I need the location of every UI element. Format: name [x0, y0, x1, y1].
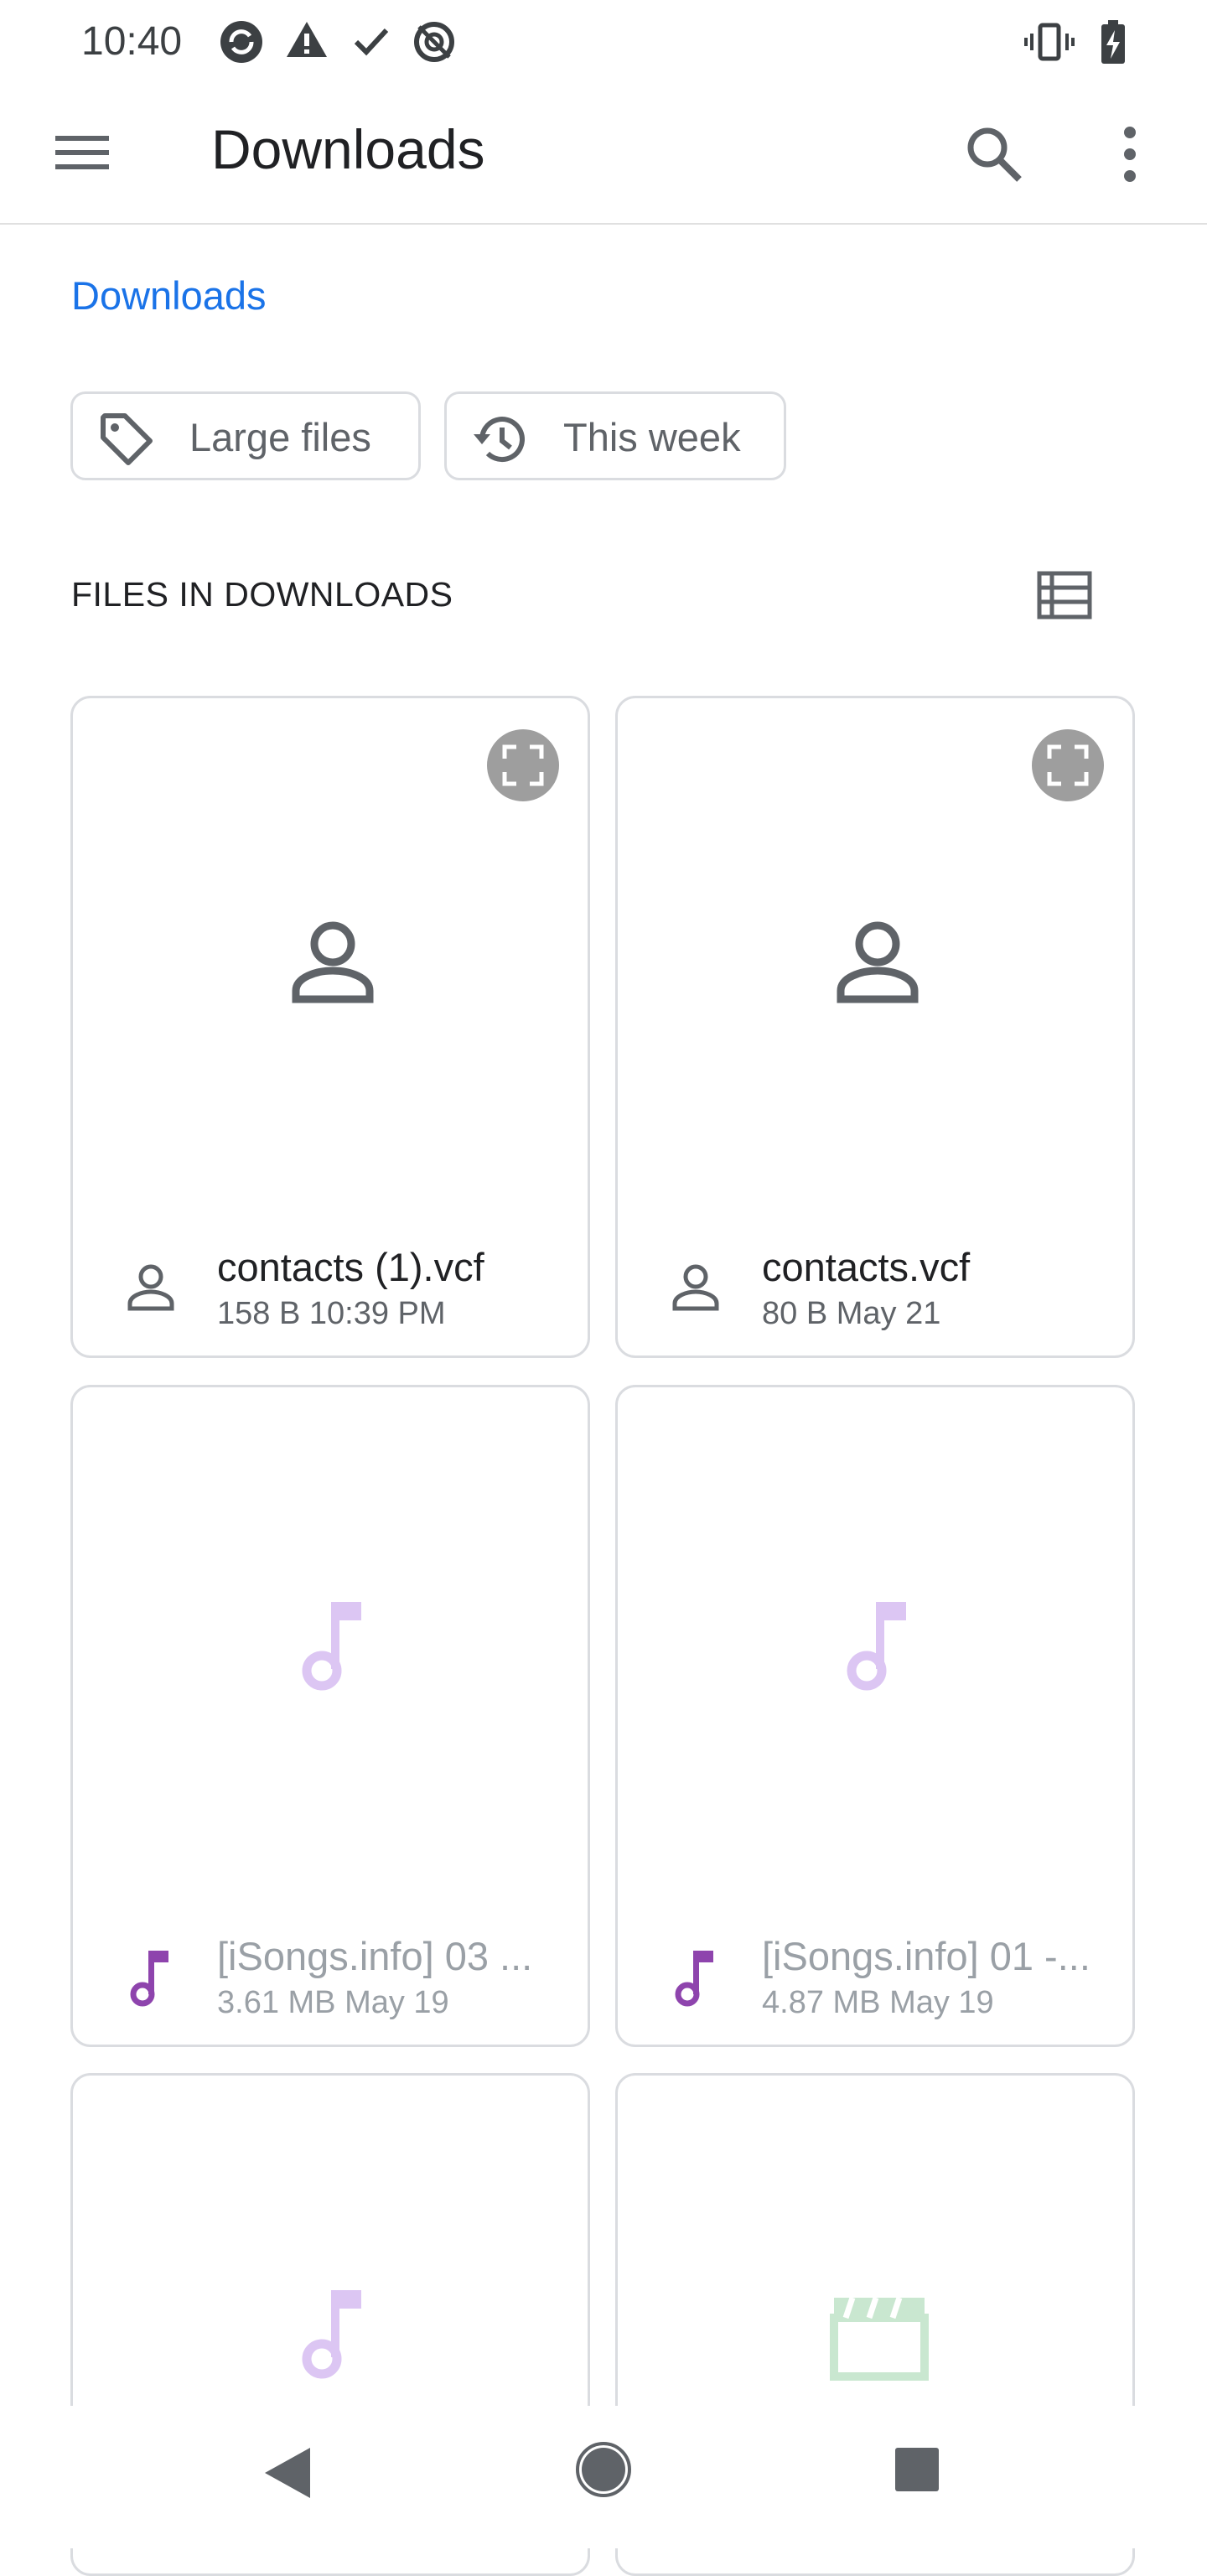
page-title: Downloads	[211, 118, 485, 180]
check-icon	[354, 28, 389, 56]
file-card[interactable]: [iSongs.info] 03 ... 3.61 MB May 19	[70, 1385, 590, 2047]
section-title: FILES IN DOWNLOADS	[71, 575, 453, 614]
file-card[interactable]: contacts.vcf 80 B May 21	[615, 696, 1135, 1358]
file-card[interactable]: [iSongs.info] 01 -... 4.87 MB May 19	[615, 1385, 1135, 2047]
file-meta: 4.87 MB May 19	[762, 1985, 994, 2020]
music-note-icon	[130, 1951, 168, 2007]
contact-icon	[672, 1264, 719, 1311]
search-icon[interactable]	[962, 122, 1026, 186]
recents-square-icon[interactable]	[892, 2444, 942, 2495]
music-note-icon	[302, 2290, 361, 2379]
file-meta: 158 B 10:39 PM	[217, 1296, 446, 1331]
sync-icon	[220, 21, 262, 63]
vibrate-icon	[1024, 23, 1075, 61]
music-note-icon	[847, 1602, 906, 1691]
chip-label: Large files	[189, 415, 371, 459]
file-meta: 80 B May 21	[762, 1296, 941, 1331]
more-vert-icon[interactable]	[1113, 122, 1147, 186]
back-triangle-icon[interactable]	[258, 2441, 317, 2505]
home-circle-icon[interactable]	[575, 2441, 632, 2498]
alert-icon	[287, 22, 327, 57]
file-card[interactable]: contacts (1).vcf 158 B 10:39 PM	[70, 696, 590, 1358]
app-bar: Downloads	[0, 84, 1207, 225]
file-meta: 3.61 MB May 19	[217, 1985, 449, 2020]
file-name: [iSongs.info] 03 ...	[217, 1934, 533, 1978]
status-time: 10:40	[81, 19, 183, 64]
movie-clapper-icon	[830, 2296, 929, 2381]
file-name: [iSongs.info] 01 -...	[762, 1934, 1090, 1978]
contact-icon	[127, 1264, 174, 1311]
history-icon	[474, 417, 525, 463]
chip-large-files[interactable]: Large files	[70, 391, 421, 480]
label-tag-icon	[101, 413, 153, 465]
file-name: contacts (1).vcf	[217, 1245, 484, 1289]
music-note-icon	[302, 1602, 361, 1691]
expand-icon[interactable]	[1031, 728, 1105, 802]
status-bar: 10:40	[0, 0, 1207, 84]
battery-charging-icon	[1101, 20, 1125, 64]
contact-icon	[292, 921, 374, 1003]
chip-label: This week	[563, 415, 741, 459]
list-view-icon[interactable]	[1036, 570, 1093, 620]
expand-icon[interactable]	[486, 728, 560, 802]
hamburger-menu-icon[interactable]	[50, 127, 114, 178]
breadcrumb[interactable]: Downloads	[71, 272, 267, 319]
file-name: contacts.vcf	[762, 1245, 971, 1289]
data-saver-icon	[414, 22, 454, 62]
navigation-bar	[0, 2406, 1207, 2548]
contact-icon	[837, 921, 919, 1003]
chip-this-week[interactable]: This week	[444, 391, 786, 480]
music-note-icon	[675, 1951, 713, 2007]
